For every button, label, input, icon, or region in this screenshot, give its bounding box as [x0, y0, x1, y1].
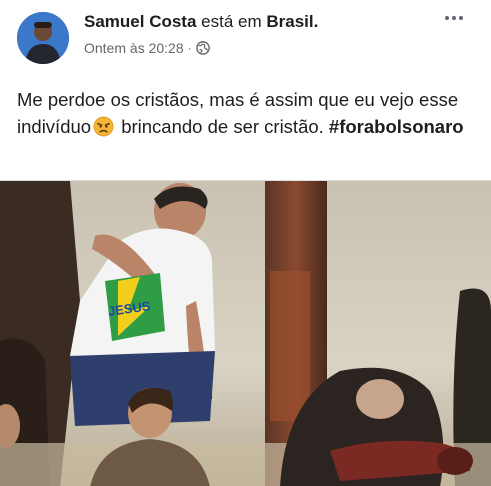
- post-photo: JESUS: [0, 181, 491, 486]
- avatar-photo: [17, 12, 69, 64]
- hashtag-link[interactable]: #forabolsonaro: [329, 116, 464, 137]
- post-image[interactable]: JESUS: [0, 180, 491, 486]
- more-dot: [452, 16, 456, 20]
- post-text: Me perdoe os cristãos, mas é assim que e…: [17, 86, 477, 140]
- author-name[interactable]: Samuel Costa: [84, 12, 196, 31]
- wounded-figure-head: [437, 447, 473, 475]
- angry-face-emoji: [93, 116, 114, 137]
- author-avatar[interactable]: [17, 12, 69, 64]
- post-timestamp[interactable]: Ontem às 20:28: [84, 40, 184, 56]
- author-line: Samuel Costa está em Brasil.: [84, 12, 318, 32]
- more-options-button[interactable]: [439, 6, 469, 30]
- post-meta: Ontem às 20:28 ·: [84, 40, 210, 56]
- globe-icon[interactable]: [195, 41, 210, 55]
- post-text-part2: brincando de ser cristão.: [116, 116, 329, 137]
- post-header: Samuel Costa está em Brasil. Ontem às 20…: [0, 0, 491, 70]
- location-link[interactable]: Brasil.: [266, 12, 318, 31]
- author-verb: está em: [196, 12, 267, 31]
- more-dot: [459, 16, 463, 20]
- more-dot: [445, 16, 449, 20]
- meta-separator: ·: [187, 41, 192, 55]
- woman-face: [356, 379, 404, 419]
- cross-blood-stain: [270, 271, 310, 421]
